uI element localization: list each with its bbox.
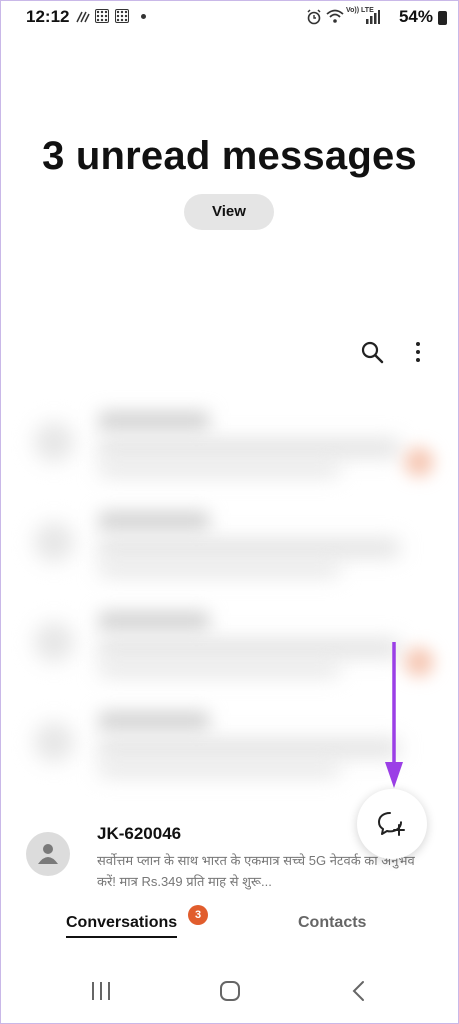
blurred-conversation-row[interactable] <box>24 492 444 587</box>
blurred-conversation-row[interactable] <box>24 392 444 487</box>
wifi-icon <box>326 8 344 29</box>
blurred-conversation-row[interactable] <box>24 592 444 687</box>
status-bar: 12:12 Vo)) LTE 54% <box>0 0 459 34</box>
blurred-unread-badge <box>404 647 434 677</box>
annotation-arrow <box>384 640 404 797</box>
new-message-icon <box>378 812 405 836</box>
blurred-preview-2 <box>99 462 339 476</box>
home-button[interactable] <box>218 980 242 1007</box>
grid-notification-icon <box>95 9 109 23</box>
tab-conversations[interactable]: Conversations <box>66 914 178 938</box>
battery-icon <box>438 11 447 25</box>
avatar <box>26 832 70 876</box>
blurred-conversation-list <box>24 392 444 792</box>
blurred-preview <box>99 740 399 756</box>
blurred-preview <box>99 540 399 556</box>
status-time: 12:12 <box>26 7 70 26</box>
alarm-icon <box>306 9 322 30</box>
motion-icon <box>76 10 90 29</box>
tab-contacts[interactable]: Contacts <box>298 914 366 932</box>
conversation-preview: सर्वोत्तम प्लान के साथ भारत के एकमात्र स… <box>97 853 415 889</box>
blurred-preview-2 <box>99 562 339 576</box>
more-notifications-dot <box>141 14 146 19</box>
more-options-icon[interactable] <box>406 340 430 364</box>
blurred-sender <box>99 612 209 630</box>
blurred-preview-2 <box>99 762 339 776</box>
blurred-preview-2 <box>99 662 339 676</box>
conversations-unread-badge: 3 <box>188 905 208 925</box>
blurred-avatar <box>34 622 74 662</box>
blurred-preview <box>99 640 399 656</box>
view-button[interactable]: View <box>184 194 274 230</box>
blurred-unread-badge <box>404 447 434 477</box>
person-icon <box>38 844 58 864</box>
recent-apps-button[interactable] <box>90 980 112 1007</box>
unread-title: 3 unread messages <box>42 134 417 178</box>
signal-icon <box>366 9 380 29</box>
new-message-button[interactable] <box>357 789 427 859</box>
blurred-avatar <box>34 722 74 762</box>
blurred-sender <box>99 512 209 530</box>
search-icon[interactable] <box>360 340 384 364</box>
blurred-sender <box>99 412 209 430</box>
back-button[interactable] <box>350 980 368 1007</box>
blurred-conversation-row[interactable] <box>24 692 444 787</box>
blurred-sender <box>99 712 209 730</box>
grid-notification-icon-2 <box>115 9 129 23</box>
blurred-avatar <box>34 422 74 462</box>
conversation-sender: JK-620046 <box>97 824 182 843</box>
battery-percent: 54% <box>398 7 433 26</box>
blurred-preview <box>99 440 399 456</box>
blurred-avatar <box>34 522 74 562</box>
